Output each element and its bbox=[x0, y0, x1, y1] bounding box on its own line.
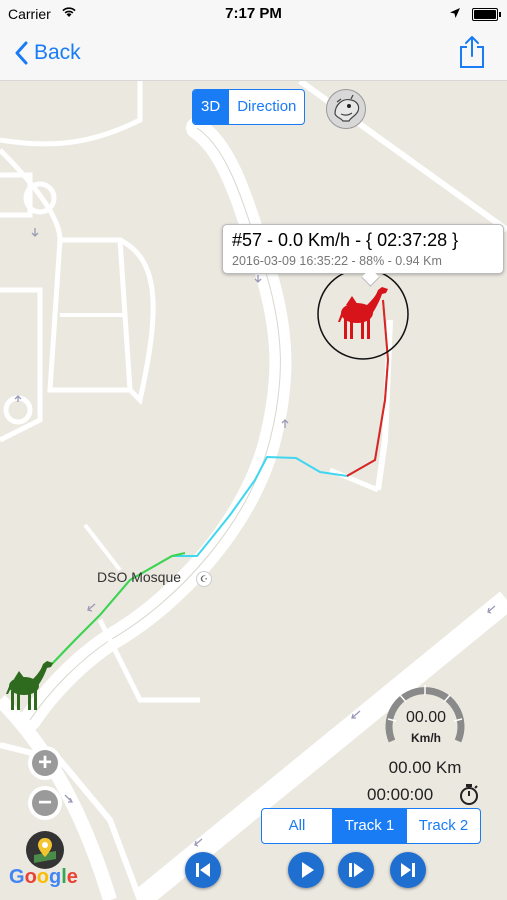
stopwatch-icon bbox=[460, 784, 478, 805]
camel-head-icon bbox=[334, 94, 360, 122]
speed-value: 00.00 bbox=[405, 709, 447, 726]
step-forward-icon bbox=[349, 863, 364, 877]
navigation-bar: Back bbox=[0, 28, 507, 81]
plus-icon: + bbox=[32, 750, 58, 776]
tab-3d[interactable]: 3D bbox=[193, 90, 229, 124]
chevron-left-icon bbox=[15, 41, 28, 65]
skip-forward-button[interactable] bbox=[390, 852, 426, 888]
zoom-out-button[interactable]: − bbox=[28, 786, 62, 820]
speed-unit: Km/h bbox=[411, 731, 441, 745]
skip-back-button[interactable] bbox=[185, 852, 221, 888]
zoom-in-button[interactable]: + bbox=[28, 746, 62, 780]
tab-track-1[interactable]: Track 1 bbox=[332, 809, 406, 843]
battery-icon bbox=[472, 8, 501, 21]
callout-title: #57 - 0.0 Km/h - { 02:37:28 } bbox=[232, 230, 459, 250]
view-mode-segmented-control: 3D Direction bbox=[192, 89, 306, 125]
elapsed-time: 00:00:00 bbox=[367, 785, 434, 804]
clock: 7:17 PM bbox=[225, 5, 282, 22]
google-attribution: Google bbox=[9, 866, 78, 888]
distance-value: 00.00 Km bbox=[388, 758, 462, 777]
callout-subtitle: 2016-03-09 16:35:22 - 88% - 0.94 Km bbox=[232, 254, 442, 268]
tab-direction[interactable]: Direction bbox=[228, 90, 304, 124]
tab-all[interactable]: All bbox=[262, 809, 332, 843]
back-button[interactable]: Back bbox=[14, 38, 81, 68]
tab-track-2[interactable]: Track 2 bbox=[406, 809, 480, 843]
status-bar: Carrier 7:17 PM bbox=[0, 0, 507, 28]
camel-avatar-button[interactable] bbox=[326, 89, 366, 129]
track-segmented-control: All Track 1 Track 2 bbox=[261, 808, 481, 844]
poi-label[interactable]: DSO Mosque bbox=[97, 569, 181, 585]
skip-back-icon bbox=[196, 863, 210, 877]
mosque-icon[interactable]: ☪ bbox=[196, 571, 212, 587]
location-arrow-icon bbox=[450, 8, 460, 18]
step-forward-button[interactable] bbox=[338, 852, 374, 888]
google-maps-icon bbox=[34, 838, 56, 863]
track-point-callout[interactable]: #57 - 0.0 Km/h - { 02:37:28 } 2016-03-09… bbox=[222, 224, 504, 287]
google-maps-button[interactable] bbox=[26, 831, 64, 869]
skip-forward-icon bbox=[401, 863, 415, 877]
minus-icon: − bbox=[32, 790, 58, 816]
play-button[interactable] bbox=[288, 852, 324, 888]
share-icon[interactable] bbox=[458, 34, 486, 70]
back-label: Back bbox=[34, 41, 81, 64]
play-icon bbox=[302, 862, 314, 878]
